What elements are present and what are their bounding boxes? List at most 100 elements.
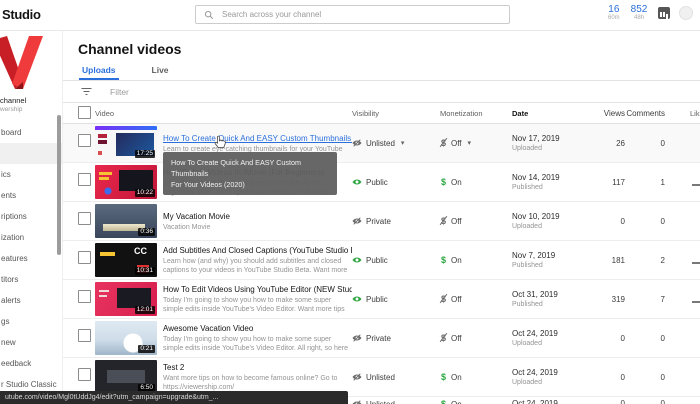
table-row[interactable]: 0:36 My Vacation Movie ⋮ Vacation Movie … [62, 202, 700, 241]
account-avatar[interactable] [679, 6, 693, 20]
date-status: Uploaded [512, 339, 542, 347]
row-checkbox[interactable] [78, 173, 91, 186]
date-value: Oct 24, 2019 [512, 367, 558, 377]
date-value: Nov 7, 2019 [512, 250, 556, 260]
visibility-value[interactable]: Unlisted [366, 373, 395, 382]
visibility-icon [352, 257, 362, 263]
filter-bar[interactable] [62, 81, 700, 103]
row-checkbox[interactable] [78, 134, 91, 147]
sidebar-item[interactable]: alerts [0, 290, 62, 311]
studio-logo[interactable]: Studio [2, 7, 41, 22]
search-box[interactable] [195, 5, 510, 24]
visibility-value[interactable]: Unlisted [366, 139, 395, 148]
tab-uploads[interactable]: Uploads [79, 60, 119, 80]
video-title-link[interactable]: How To Create Quick And EASY Custom Thum… [163, 133, 352, 144]
views-value: 319 [611, 294, 625, 304]
table-row[interactable]: 17:25 How To Create Quick And EASY Custo… [62, 124, 700, 163]
monetization-value[interactable]: Off [451, 334, 462, 343]
header-likes[interactable]: Likes [665, 109, 700, 118]
video-thumbnail[interactable]: 6:50 [95, 360, 157, 394]
monetization-value[interactable]: On [451, 178, 462, 187]
caret-down-icon[interactable]: ▾ [468, 139, 472, 147]
visibility-value[interactable]: Public [366, 178, 388, 187]
header-monetization[interactable]: Monetization [440, 109, 512, 118]
comments-value: 7 [660, 294, 665, 304]
header-date[interactable]: Date [512, 109, 597, 118]
sidebar-item[interactable]: gs [0, 311, 62, 332]
sidebar-item[interactable]: riptions [0, 206, 62, 227]
analytics-extension-icon[interactable] [658, 7, 670, 19]
table-row[interactable]: 12:01 How To Edit Videos Using YouTube E… [62, 280, 700, 319]
monetization-value[interactable]: Off [451, 217, 462, 226]
sidebar-item[interactable]: ents [0, 185, 62, 206]
video-thumbnail[interactable]: 0:36 [95, 204, 157, 238]
comments-value: 2 [660, 255, 665, 265]
video-title-link[interactable]: Test 2 [163, 362, 184, 373]
row-checkbox[interactable] [78, 290, 91, 303]
visibility-icon [352, 400, 362, 404]
filter-input[interactable] [108, 85, 312, 98]
select-all-checkbox[interactable] [78, 105, 91, 119]
stat-value: 852 [630, 4, 648, 15]
visibility-value[interactable]: Private [366, 217, 391, 226]
comments-value: 0 [660, 333, 665, 343]
visibility-icon [352, 139, 362, 147]
sidebar-item[interactable] [0, 143, 62, 164]
video-thumbnail[interactable]: 10:22 [95, 165, 157, 199]
header-visibility[interactable]: Visibility [352, 109, 440, 118]
header-video[interactable]: Video [95, 109, 352, 118]
tab-live[interactable]: Live [149, 60, 172, 80]
monetization-value[interactable]: On [451, 400, 462, 404]
monetization-value[interactable]: Off [451, 139, 462, 148]
table-row[interactable]: 10:22 How To Edit Videos In iMovie (For … [62, 163, 700, 202]
hand-cursor-icon [214, 135, 226, 148]
video-thumbnail[interactable]: 12:01 [95, 282, 157, 316]
video-title-link[interactable]: Awesome Vacation Video [163, 323, 253, 334]
caret-down-icon[interactable]: ▾ [401, 139, 405, 147]
header-views[interactable]: Views [597, 109, 625, 118]
sidebar-item[interactable]: ization [0, 227, 62, 248]
sidebar-item[interactable]: eatures [0, 248, 62, 269]
sidebar-item[interactable]: eedback [0, 353, 62, 374]
sidebar-scrollbar[interactable] [57, 115, 61, 255]
sidebar-menu: board ics ents riptions ization eatures titors… [0, 122, 62, 395]
visibility-value[interactable]: Unlisted [366, 400, 395, 404]
row-checkbox[interactable] [78, 329, 91, 342]
monetization-icon: $ [440, 372, 446, 382]
sidebar-item[interactable]: titors [0, 269, 62, 290]
video-thumbnail[interactable]: 17:25 [95, 126, 157, 160]
table-row[interactable]: 10:31 Add Subtitles And Closed Captions … [62, 241, 700, 280]
tab-bar: Uploads Live [62, 60, 700, 81]
monetization-value[interactable]: On [451, 373, 462, 382]
visibility-value[interactable]: Private [366, 334, 391, 343]
visibility-value[interactable]: Public [366, 295, 388, 304]
visibility-value[interactable]: Public [366, 256, 388, 265]
row-checkbox[interactable] [78, 368, 91, 381]
sidebar-item[interactable]: ics [0, 164, 62, 185]
video-rows: How To Create Quick And EASY Custom Thum… [62, 124, 700, 404]
channel-quick-stats[interactable]: 16 60m 852 48h [608, 4, 647, 22]
visibility-icon [352, 373, 362, 381]
filter-icon [81, 88, 92, 95]
date-status: Published [512, 300, 543, 308]
views-value: 117 [612, 177, 625, 187]
sidebar-item[interactable]: board [0, 122, 62, 143]
monetization-icon: $ [440, 177, 446, 187]
video-title-link[interactable]: My Vacation Movie [163, 211, 230, 222]
header-comments[interactable]: Comments [625, 109, 665, 118]
search-input[interactable] [220, 9, 509, 20]
video-thumbnail[interactable]: 10:31 [95, 243, 157, 277]
table-row[interactable]: 0:21 Awesome Vacation Video ⋮ Today I'm … [62, 319, 700, 358]
sidebar-item[interactable]: new [0, 332, 62, 353]
video-title-link[interactable]: How To Edit Videos Using YouTube Editor … [163, 284, 352, 295]
channel-logo[interactable] [0, 36, 44, 92]
video-thumbnail[interactable]: 0:21 [95, 321, 157, 355]
date-status: Uploaded [512, 144, 542, 152]
row-checkbox[interactable] [78, 251, 91, 264]
row-checkbox[interactable] [78, 212, 91, 225]
video-title-link[interactable]: Add Subtitles And Closed Captions (YouTu… [163, 245, 352, 256]
monetization-value[interactable]: Off [451, 295, 462, 304]
date-value: Oct 31, 2019 [512, 289, 558, 299]
monetization-value[interactable]: On [451, 256, 462, 265]
visibility-icon [352, 296, 362, 302]
